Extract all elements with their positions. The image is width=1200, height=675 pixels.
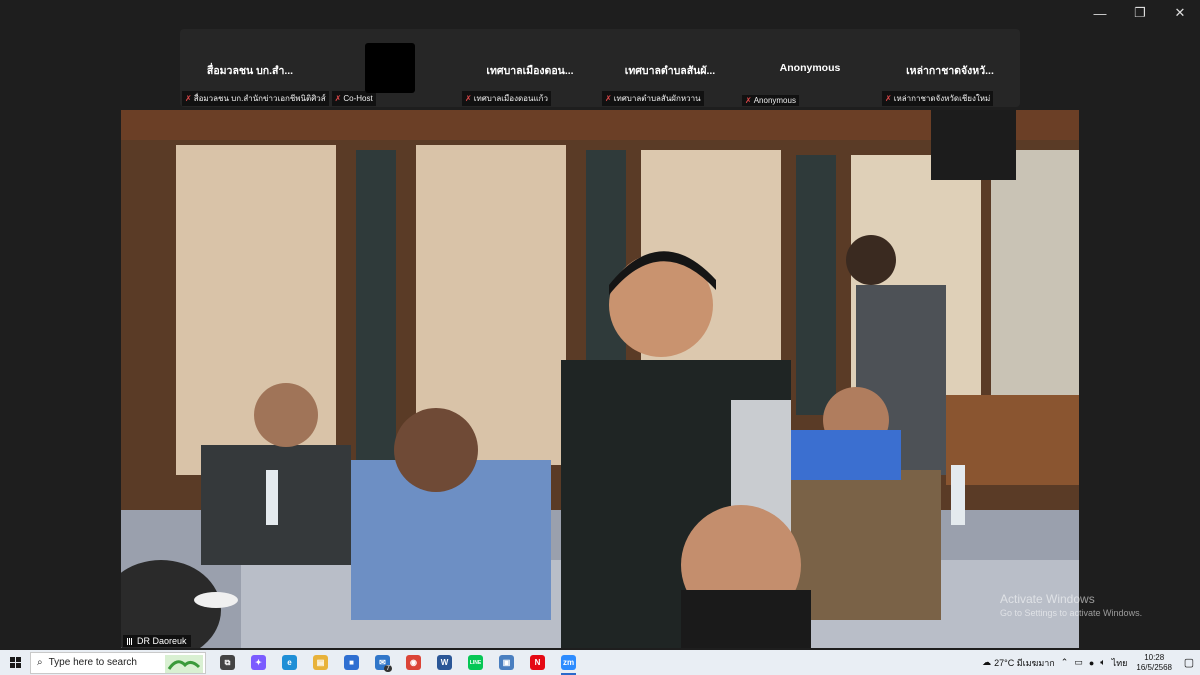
taskbar-search-box[interactable]: ⌕ Type here to search — [30, 651, 206, 674]
main-video[interactable]: DR Daoreuk — [121, 110, 1079, 648]
task-view-icon: ⧉ — [220, 655, 235, 670]
file-explorer-icon: ▤ — [313, 655, 328, 670]
participant-tile[interactable] — [320, 29, 460, 107]
participant-name: สื่อมวลชน บก.สำ... — [206, 65, 294, 77]
taskbar-app-zoom[interactable]: zm — [553, 650, 584, 675]
windows-logo-icon — [9, 657, 21, 668]
clock[interactable]: 10:28 16/5/2568 — [1136, 653, 1172, 673]
system-tray: ☁ 27°C มีเมฆมาก ⌃ ▭ ● 🔈︎ ไทย 10:28 16/5/… — [979, 650, 1200, 675]
participant-tile[interactable]: เหล่ากาชาดจังหวั... ✗ เหล่ากาชาดจังหวัดเช… — [880, 29, 1020, 107]
netflix-icon: N — [530, 655, 545, 670]
photos-icon: ▣ — [499, 655, 514, 670]
video-off-placeholder — [365, 43, 415, 93]
taskbar-app-file-explorer[interactable]: ▤ — [305, 650, 336, 675]
copilot-icon: ✦ — [251, 655, 266, 670]
mail-badge: 7 — [384, 665, 392, 672]
participant-label: ✗ Anonymous — [742, 95, 799, 106]
taskbar-app-chrome[interactable]: ◉ — [398, 650, 429, 675]
taskbar-app-edge[interactable]: e — [274, 650, 305, 675]
taskbar-app-task-view[interactable]: ⧉ — [212, 650, 243, 675]
notifications-icon[interactable]: ▢ — [1178, 650, 1200, 675]
participant-label: ✗ เทศบาลตำบลสันผักหวาน — [602, 91, 704, 106]
participant-tile[interactable]: เทศบาลเมืองดอน... ✗ เทศบาลเมืองดอนแก้ว — [460, 29, 600, 107]
start-button[interactable] — [0, 650, 30, 675]
zoom-icon: zm — [561, 655, 576, 670]
participant-name: เทศบาลตำบลสันผั... — [624, 65, 716, 77]
participant-tile[interactable]: เทศบาลตำบลสันผั... ✗ เทศบาลตำบลสันผักหวาน — [600, 29, 740, 107]
activation-watermark: Activate Windows Go to Settings to activ… — [1000, 592, 1143, 618]
taskbar-app-photos[interactable]: ▣ — [491, 650, 522, 675]
taskbar-app-line[interactable]: LINE — [460, 650, 491, 675]
signal-strength-icon — [127, 637, 134, 645]
search-placeholder: Type here to search — [48, 657, 137, 668]
taskbar-app-mail[interactable]: ✉ 7 — [367, 650, 398, 675]
language-indicator[interactable]: ไทย — [1112, 656, 1128, 670]
restore-button[interactable]: ❐ — [1120, 0, 1160, 26]
close-button[interactable]: ✕ — [1160, 0, 1200, 26]
speaker-name-label: DR Daoreuk — [123, 635, 191, 647]
word-icon: W — [437, 655, 452, 670]
video-frame-image — [121, 110, 1079, 648]
participant-label: ✗ เหล่ากาชาดจังหวัดเชียงใหม่ — [882, 91, 994, 106]
chrome-icon: ◉ — [406, 655, 421, 670]
cloud-icon: ☁ — [982, 657, 992, 667]
participant-tile[interactable]: สื่อมวลชน บก.สำ... ✗ สื่อมวลชน บก.สำนักข่… — [180, 29, 376, 107]
mic-muted-icon: ✗ — [605, 94, 612, 103]
participant-name: Anonymous — [779, 62, 841, 74]
line-icon: LINE — [468, 655, 483, 670]
mic-muted-icon: ✗ — [185, 94, 192, 103]
participant-strip: สื่อมวลชน บก.สำ... ✗ สื่อมวลชน บก.สำนักข่… — [180, 29, 1020, 107]
chevron-up-icon[interactable]: ⌃ — [1061, 657, 1069, 668]
taskbar-app-word[interactable]: W — [429, 650, 460, 675]
participant-name: เทศบาลเมืองดอน... — [486, 65, 574, 77]
mic-muted-icon: ✗ — [745, 96, 752, 105]
window-controls: — ❐ ✕ — [1080, 0, 1200, 26]
participant-name: เหล่ากาชาดจังหวั... — [906, 65, 994, 77]
volume-icon[interactable]: 🔈︎ — [1100, 657, 1105, 668]
mic-muted-icon: ✗ — [465, 94, 472, 103]
participant-tile[interactable]: Anonymous ✗ Anonymous — [740, 29, 880, 107]
search-icon: ⌕ — [37, 657, 43, 668]
taskbar: ⌕ Type here to search ⧉ ✦ e ▤ ■ ✉ 7 ◉ W LINE ▣ Nzm … — [0, 650, 1200, 675]
store-icon: ■ — [344, 655, 359, 670]
taskbar-app-netflix[interactable]: N — [522, 650, 553, 675]
search-highlight-art — [165, 654, 203, 673]
pinned-apps: ⧉ ✦ e ▤ ■ ✉ 7 ◉ W LINE ▣ Nzm — [212, 650, 584, 675]
network-icon[interactable]: ▭ — [1074, 657, 1083, 668]
microphone-icon[interactable]: ● — [1089, 658, 1094, 668]
participant-label: ✗ สื่อมวลชน บก.สำนักข่าวเอกชีพนิติศิวส์ — [182, 91, 329, 106]
participant-label: ✗ เทศบาลเมืองดอนแก้ว — [462, 91, 551, 106]
taskbar-app-store[interactable]: ■ — [336, 650, 367, 675]
minimize-button[interactable]: — — [1080, 0, 1120, 26]
edge-icon: e — [282, 655, 297, 670]
mic-muted-icon: ✗ — [885, 94, 892, 103]
taskbar-app-copilot[interactable]: ✦ — [243, 650, 274, 675]
weather-widget[interactable]: ☁ 27°C มีเมฆมาก — [982, 656, 1055, 670]
